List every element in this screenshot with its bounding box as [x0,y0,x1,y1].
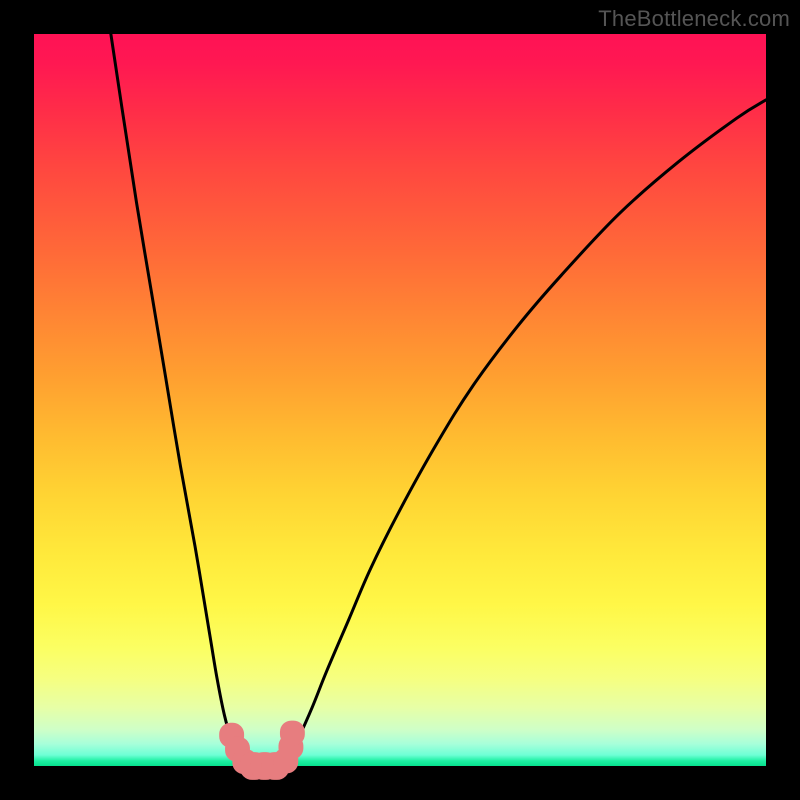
chart-overlay [34,34,766,766]
chart-frame: TheBottleneck.com [0,0,800,800]
attribution-text: TheBottleneck.com [598,6,790,32]
curve-right-branch [283,100,766,766]
chart-plot-area [34,34,766,766]
curve-left-branch [111,34,246,766]
valley-markers [219,721,305,780]
bottleneck-curve [111,34,766,766]
valley-marker-8 [280,721,305,746]
